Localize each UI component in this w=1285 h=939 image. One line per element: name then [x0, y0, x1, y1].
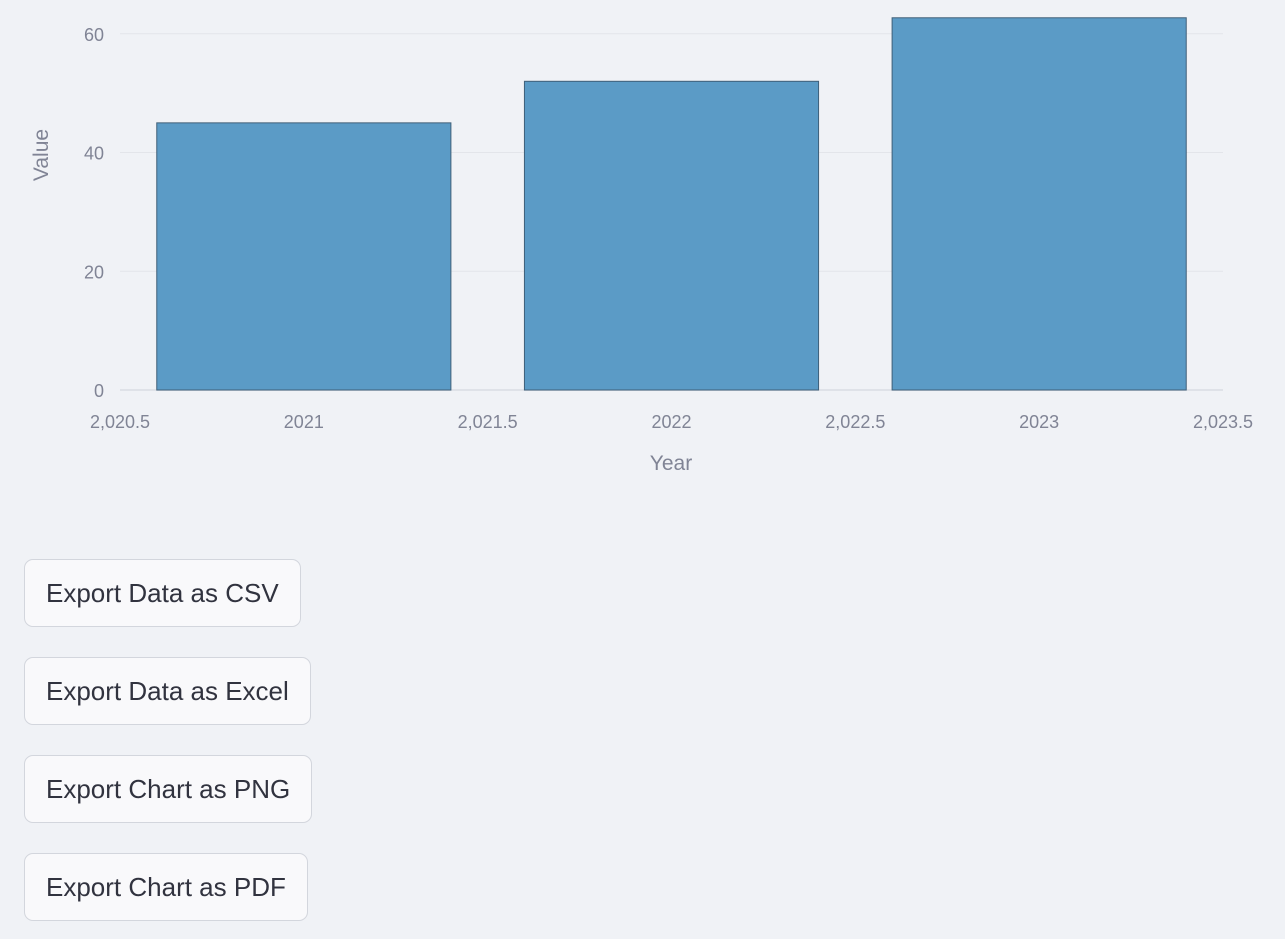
- x-tick-label: 2,022.5: [825, 412, 885, 432]
- export-excel-button[interactable]: Export Data as Excel: [24, 657, 311, 725]
- y-tick-label: 60: [84, 25, 104, 45]
- bar-2021[interactable]: [156, 122, 452, 391]
- y-tick-label: 40: [84, 144, 104, 164]
- export-pdf-button[interactable]: Export Chart as PDF: [24, 853, 308, 921]
- export-csv-button[interactable]: Export Data as CSV: [24, 559, 301, 627]
- x-tick-label: 2,023.5: [1193, 412, 1253, 432]
- x-tick-label: 2,020.5: [90, 412, 150, 432]
- y-axis-title: Value: [30, 129, 53, 181]
- x-axis-title: Year: [650, 452, 692, 475]
- bar-chart: 0 20 40 60 2,020.5 2021 2,021.5 2022 2,022.5 2023…: [30, 17, 1253, 475]
- x-tick-label: 2023: [1019, 412, 1059, 432]
- x-tick-label: 2,021.5: [458, 412, 518, 432]
- y-tick-label: 0: [94, 381, 104, 401]
- x-tick-label: 2022: [651, 412, 691, 432]
- x-tick-label: 2021: [284, 412, 324, 432]
- bar-2023[interactable]: [891, 17, 1187, 391]
- y-tick-label: 20: [84, 262, 104, 282]
- bars-layer: [156, 17, 1187, 391]
- export-png-button[interactable]: Export Chart as PNG: [24, 755, 313, 823]
- bar-2022[interactable]: [523, 80, 820, 391]
